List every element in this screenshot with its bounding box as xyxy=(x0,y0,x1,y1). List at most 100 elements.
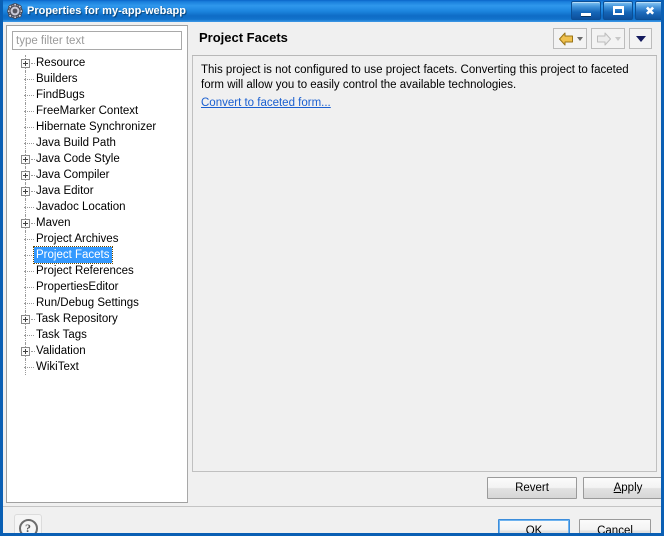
sidebar-item-label: Maven xyxy=(36,217,71,229)
tree-expand-icon[interactable] xyxy=(21,171,30,180)
sidebar-item-project-facets[interactable]: Project Facets xyxy=(7,246,187,264)
page-content-panel: Project Facets This project is not confi… xyxy=(191,25,661,503)
window-title: Properties for my-app-webapp xyxy=(27,5,186,17)
tree-connector xyxy=(24,95,34,97)
tree-connector xyxy=(31,191,35,193)
sidebar-item-label: WikiText xyxy=(36,361,79,373)
back-arrow-icon xyxy=(558,32,573,45)
window-controls: ✖ xyxy=(571,1,661,20)
sidebar-item-label: Project Archives xyxy=(36,233,119,245)
sidebar-item-label: Project Facets xyxy=(33,246,113,264)
forward-button xyxy=(591,28,625,49)
sidebar-item-hibernate-synchronizer[interactable]: Hibernate Synchronizer xyxy=(7,119,187,135)
properties-dialog-window: Properties for my-app-webapp ✖ Resource B… xyxy=(0,0,664,536)
tree-connector xyxy=(24,111,34,113)
sidebar-item-label: Javadoc Location xyxy=(36,201,126,213)
sidebar-item-project-archives[interactable]: Project Archives xyxy=(7,231,187,247)
sidebar-item-freemarker-context[interactable]: FreeMarker Context xyxy=(7,103,187,119)
maximize-icon xyxy=(612,6,624,15)
settings-tree[interactable]: Resource Builders FindBugs FreeMarker Conte… xyxy=(7,55,187,502)
page-description: This project is not configured to use pr… xyxy=(201,64,629,91)
sidebar-item-builders[interactable]: Builders xyxy=(7,71,187,87)
tree-connector xyxy=(24,255,34,257)
tree-connector xyxy=(24,127,34,129)
tree-expand-icon[interactable] xyxy=(21,315,30,324)
tree-expand-icon[interactable] xyxy=(21,155,30,164)
sidebar-item-validation[interactable]: Validation xyxy=(7,343,187,359)
sidebar-item-task-repository[interactable]: Task Repository xyxy=(7,311,187,327)
sidebar-item-java-code-style[interactable]: Java Code Style xyxy=(7,151,187,167)
cancel-button-label: Cancel xyxy=(597,524,633,536)
tree-expand-icon[interactable] xyxy=(21,347,30,356)
back-dropdown-caret-icon[interactable] xyxy=(576,36,583,41)
ok-button-label: OK xyxy=(525,524,543,536)
sidebar-item-label: Builders xyxy=(36,73,78,85)
sidebar-item-run-debug-settings[interactable]: Run/Debug Settings xyxy=(7,295,187,311)
tree-connector xyxy=(24,271,34,273)
sidebar-item-label: Run/Debug Settings xyxy=(36,297,139,309)
page-content-area: This project is not configured to use pr… xyxy=(192,56,657,472)
properties-gear-icon xyxy=(7,3,23,19)
forward-dropdown-caret-icon xyxy=(614,36,621,41)
convert-to-faceted-form-link[interactable]: Convert to faceted form... xyxy=(201,97,331,109)
apply-button-label: Apply xyxy=(614,482,643,494)
sidebar-item-findbugs[interactable]: FindBugs xyxy=(7,87,187,103)
sidebar-item-java-compiler[interactable]: Java Compiler xyxy=(7,167,187,183)
sidebar-item-java-build-path[interactable]: Java Build Path xyxy=(7,135,187,151)
apply-button[interactable]: Apply xyxy=(583,477,661,499)
tree-connector xyxy=(31,319,35,321)
maximize-button[interactable] xyxy=(603,1,633,20)
sidebar-item-label: Task Tags xyxy=(36,329,87,341)
help-button[interactable]: ? xyxy=(14,514,42,533)
back-button[interactable] xyxy=(553,28,587,49)
sidebar-item-resource[interactable]: Resource xyxy=(7,55,187,71)
sidebar-item-propertieseditor[interactable]: PropertiesEditor xyxy=(7,279,187,295)
tree-connector xyxy=(24,239,34,241)
filter-input[interactable] xyxy=(12,31,182,50)
sidebar-item-java-editor[interactable]: Java Editor xyxy=(7,183,187,199)
sidebar-item-wikitext[interactable]: WikiText xyxy=(7,359,187,375)
page-nav-buttons xyxy=(553,28,652,49)
sidebar-item-label: FindBugs xyxy=(36,89,85,101)
sidebar-item-label: Resource xyxy=(36,57,86,69)
tree-expand-icon[interactable] xyxy=(21,59,30,68)
tree-connector xyxy=(31,63,35,65)
page-header: Project Facets xyxy=(191,25,658,55)
footer-divider xyxy=(3,506,661,507)
minimize-button[interactable] xyxy=(571,1,601,20)
settings-tree-panel: Resource Builders FindBugs FreeMarker Conte… xyxy=(6,25,188,503)
tree-connector xyxy=(24,287,34,289)
title-bar: Properties for my-app-webapp ✖ xyxy=(3,0,661,22)
cancel-button[interactable]: Cancel xyxy=(579,519,651,536)
tree-connector xyxy=(24,335,34,337)
sidebar-item-label: FreeMarker Context xyxy=(36,105,139,117)
close-button[interactable]: ✖ xyxy=(635,1,661,20)
sidebar-item-project-references[interactable]: Project References xyxy=(7,263,187,279)
ok-button[interactable]: OK xyxy=(498,519,570,536)
sidebar-item-maven[interactable]: Maven xyxy=(7,215,187,231)
sidebar-item-javadoc-location[interactable]: Javadoc Location xyxy=(7,199,187,215)
revert-button[interactable]: Revert xyxy=(487,477,577,499)
tree-connector xyxy=(31,223,35,225)
revert-button-label: Revert xyxy=(515,482,549,494)
sidebar-item-label: Validation xyxy=(36,345,86,357)
sidebar-item-label: Java Editor xyxy=(36,185,94,197)
dialog-body: Resource Builders FindBugs FreeMarker Conte… xyxy=(3,22,661,533)
sidebar-item-label: Task Repository xyxy=(36,313,118,325)
tree-connector xyxy=(31,159,35,161)
sidebar-item-label: Java Build Path xyxy=(36,137,116,149)
tree-connector xyxy=(31,351,35,353)
page-menu-button[interactable] xyxy=(629,28,652,49)
dropdown-chevron-icon xyxy=(635,35,646,42)
tree-expand-icon[interactable] xyxy=(21,187,30,196)
tree-connector xyxy=(24,207,34,209)
tree-connector xyxy=(31,175,35,177)
sidebar-item-label: Java Code Style xyxy=(36,153,120,165)
help-icon: ? xyxy=(18,518,38,533)
sidebar-item-task-tags[interactable]: Task Tags xyxy=(7,327,187,343)
tree-connector xyxy=(24,367,34,369)
sidebar-item-label: Java Compiler xyxy=(36,169,110,181)
apply-rest: pply xyxy=(621,482,643,494)
tree-connector xyxy=(24,303,34,305)
tree-expand-icon[interactable] xyxy=(21,219,30,228)
